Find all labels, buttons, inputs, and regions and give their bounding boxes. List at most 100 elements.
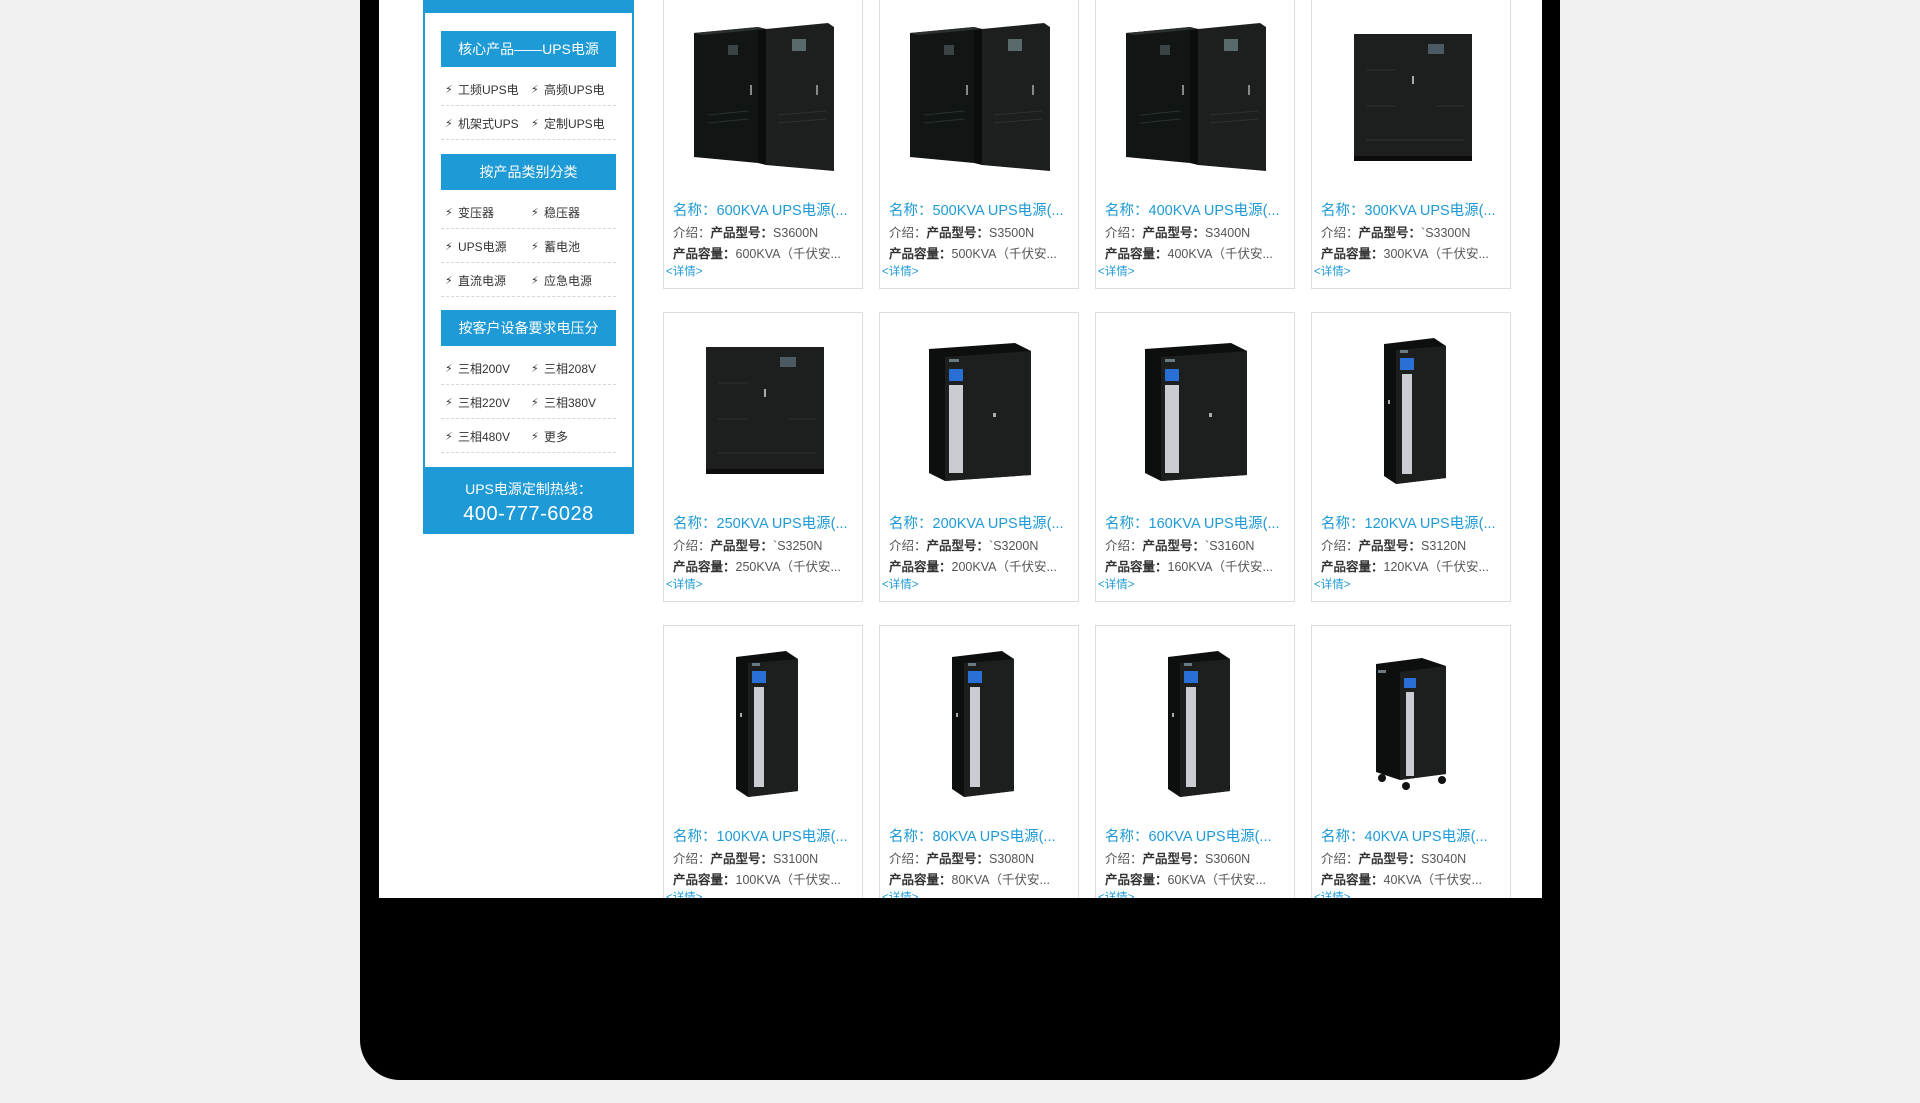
details-link[interactable]: <详情> xyxy=(666,263,702,279)
product-name[interactable]: 名称：40KVA UPS电源(... xyxy=(1321,825,1505,846)
bolt-icon: ⚡ xyxy=(445,117,453,130)
product-name[interactable]: 名称：60KVA UPS电源(... xyxy=(1105,825,1289,846)
bolt-icon: ⚡ xyxy=(445,83,453,96)
product-intro: 介绍：产品型号：S3060N xyxy=(1105,848,1289,867)
product-image[interactable] xyxy=(880,626,1078,816)
sidebar-link[interactable]: ⚡ 工频UPS电 xyxy=(441,81,527,98)
product-image[interactable] xyxy=(664,626,862,816)
product-intro: 介绍：产品型号：S3080N xyxy=(889,848,1073,867)
product-card[interactable]: 名称：500KVA UPS电源(... 介绍：产品型号：S3500N 产品容量：50… xyxy=(879,0,1079,289)
product-image[interactable] xyxy=(880,313,1078,503)
sidebar-link[interactable]: ⚡ 三相480V xyxy=(441,428,527,445)
product-name[interactable]: 名称：200KVA UPS电源(... xyxy=(889,512,1073,533)
product-intro: 介绍：产品型号：`S3200N xyxy=(889,535,1073,554)
product-name[interactable]: 名称：400KVA UPS电源(... xyxy=(1105,199,1289,220)
sidebar-link[interactable]: ⚡ 三相380V xyxy=(527,394,613,411)
model-label: 产品型号： xyxy=(926,226,990,240)
product-image[interactable] xyxy=(880,0,1078,190)
product-card[interactable]: 名称：400KVA UPS电源(... 介绍：产品型号：S3400N 产品容量：40… xyxy=(1095,0,1295,289)
product-model: S3080N xyxy=(989,852,1035,866)
hotline-box[interactable]: UPS电源定制热线： 400-777-6028 xyxy=(423,467,634,534)
product-image[interactable] xyxy=(664,313,862,503)
product-card[interactable]: 名称：40KVA UPS电源(... 介绍：产品型号：S3040N 产品容量：40K… xyxy=(1311,625,1511,898)
capacity-label: 产品容量： xyxy=(673,873,736,887)
details-link[interactable]: <详情> xyxy=(1098,576,1134,592)
sidebar-link[interactable]: ⚡ 直流电源 xyxy=(441,272,527,289)
details-link[interactable]: <详情> xyxy=(882,576,918,592)
product-name[interactable]: 名称：600KVA UPS电源(... xyxy=(673,199,857,220)
details-link[interactable]: <详情> xyxy=(666,576,702,592)
product-image[interactable] xyxy=(1312,0,1510,190)
product-card[interactable]: 名称：160KVA UPS电源(... 介绍：产品型号：`S3160N 产品容量：1… xyxy=(1095,312,1295,602)
product-capacity: 产品容量：500KVA（千伏安... xyxy=(889,243,1073,262)
sidebar-link-label: UPS电源 xyxy=(458,239,507,254)
product-card[interactable]: 名称：60KVA UPS电源(... 介绍：产品型号：S3060N 产品容量：60K… xyxy=(1095,625,1295,898)
model-label: 产品型号： xyxy=(1358,539,1422,553)
bolt-icon: ⚡ xyxy=(531,240,539,253)
model-label: 产品型号： xyxy=(1142,226,1206,240)
bolt-icon: ⚡ xyxy=(445,240,453,253)
product-image[interactable] xyxy=(1096,626,1294,816)
sidebar-link[interactable]: ⚡ 应急电源 xyxy=(527,272,613,289)
details-link[interactable]: <详情> xyxy=(1098,889,1134,898)
capacity-value: 100KVA（千伏安... xyxy=(735,873,841,887)
details-link[interactable]: <详情> xyxy=(1098,263,1134,279)
product-image[interactable] xyxy=(1096,313,1294,503)
sidebar-row: ⚡ 三相480V ⚡ 更多 xyxy=(441,420,616,453)
product-card[interactable]: 名称：250KVA UPS电源(... 介绍：产品型号：`S3250N 产品容量：2… xyxy=(663,312,863,602)
bolt-icon: ⚡ xyxy=(531,362,539,375)
capacity-label: 产品容量： xyxy=(889,873,952,887)
sidebar-link[interactable]: ⚡ UPS电源 xyxy=(441,238,527,255)
product-capacity: 产品容量：60KVA（千伏安... xyxy=(1105,869,1289,888)
details-link[interactable]: <详情> xyxy=(1314,889,1350,898)
sidebar-link[interactable]: ⚡ 定制UPS电 xyxy=(527,115,613,132)
sidebar-link-label: 三相380V xyxy=(544,395,597,410)
details-link[interactable]: <详情> xyxy=(882,889,918,898)
bolt-icon: ⚡ xyxy=(531,206,539,219)
product-name[interactable]: 名称：100KVA UPS电源(... xyxy=(673,825,857,846)
product-image[interactable] xyxy=(664,0,862,190)
product-capacity: 产品容量：100KVA（千伏安... xyxy=(673,869,857,888)
sidebar-section-heading[interactable]: 按客户设备要求电压分 xyxy=(441,310,616,346)
sidebar-link[interactable]: ⚡ 稳压器 xyxy=(527,204,613,221)
product-name[interactable]: 名称：500KVA UPS电源(... xyxy=(889,199,1073,220)
product-card[interactable]: 名称：80KVA UPS电源(... 介绍：产品型号：S3080N 产品容量：80K… xyxy=(879,625,1079,898)
product-card[interactable]: 名称：100KVA UPS电源(... 介绍：产品型号：S3100N 产品容量：10… xyxy=(663,625,863,898)
sidebar-link[interactable]: ⚡ 变压器 xyxy=(441,204,527,221)
details-link[interactable]: <详情> xyxy=(882,263,918,279)
product-capacity: 产品容量：160KVA（千伏安... xyxy=(1105,556,1289,575)
product-image[interactable] xyxy=(1312,626,1510,816)
product-card[interactable]: 名称：120KVA UPS电源(... 介绍：产品型号：S3120N 产品容量：12… xyxy=(1311,312,1511,602)
sidebar-link[interactable]: ⚡ 机架式UPS xyxy=(441,115,527,132)
bolt-icon: ⚡ xyxy=(445,362,453,375)
hotline-number[interactable]: 400-777-6028 xyxy=(423,503,634,526)
sidebar-link[interactable]: ⚡ 三相200V xyxy=(441,360,527,377)
product-intro: 介绍：产品型号：S3500N xyxy=(889,222,1073,241)
details-link[interactable]: <详情> xyxy=(1314,576,1350,592)
sidebar-link[interactable]: ⚡ 三相220V xyxy=(441,394,527,411)
product-name[interactable]: 名称：120KVA UPS电源(... xyxy=(1321,512,1505,533)
sidebar-link[interactable]: ⚡ 三相208V xyxy=(527,360,613,377)
sidebar-section-heading[interactable]: 核心产品——UPS电源 xyxy=(441,31,616,67)
product-name[interactable]: 名称：80KVA UPS电源(... xyxy=(889,825,1073,846)
product-card[interactable]: 名称：300KVA UPS电源(... 介绍：产品型号：`S3300N 产品容量：3… xyxy=(1311,0,1511,289)
product-image[interactable] xyxy=(1312,313,1510,503)
details-link[interactable]: <详情> xyxy=(666,889,702,898)
product-model: `S3250N xyxy=(773,539,823,553)
product-name[interactable]: 名称：300KVA UPS电源(... xyxy=(1321,199,1505,220)
capacity-value: 60KVA（千伏安... xyxy=(1167,873,1266,887)
capacity-value: 500KVA（千伏安... xyxy=(951,247,1057,261)
sidebar-link[interactable]: ⚡ 高频UPS电 xyxy=(527,81,613,98)
sidebar-link[interactable]: ⚡ 更多 xyxy=(527,428,613,445)
product-image[interactable] xyxy=(1096,0,1294,190)
sidebar-link[interactable]: ⚡ 蓄电池 xyxy=(527,238,613,255)
sidebar-row: ⚡ UPS电源 ⚡ 蓄电池 xyxy=(441,230,616,263)
product-name[interactable]: 名称：160KVA UPS电源(... xyxy=(1105,512,1289,533)
capacity-label: 产品容量： xyxy=(889,560,952,574)
product-card[interactable]: 名称：200KVA UPS电源(... 介绍：产品型号：`S3200N 产品容量：2… xyxy=(879,312,1079,602)
product-name[interactable]: 名称：250KVA UPS电源(... xyxy=(673,512,857,533)
details-link[interactable]: <详情> xyxy=(1314,263,1350,279)
sidebar-section-heading[interactable]: 按产品类别分类 xyxy=(441,154,616,190)
product-card[interactable]: 名称：600KVA UPS电源(... 介绍：产品型号：S3600N 产品容量：60… xyxy=(663,0,863,289)
sidebar-row: ⚡ 工频UPS电 ⚡ 高频UPS电 xyxy=(441,73,616,106)
